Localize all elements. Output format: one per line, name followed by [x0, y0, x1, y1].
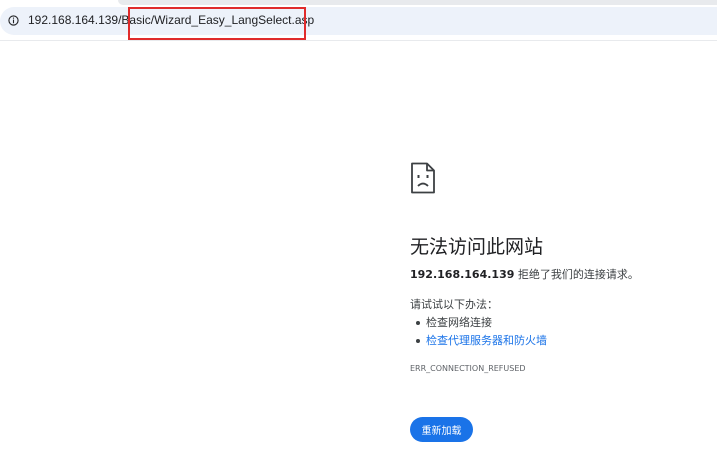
annotation-highlight-box: [128, 7, 306, 40]
error-message: 拒绝了我们的连接请求。: [514, 268, 639, 281]
tab-strip: [0, 0, 717, 6]
toolbar-divider: [0, 40, 717, 41]
suggestion-list: 检查网络连接 检查代理服务器和防火墙: [410, 314, 547, 350]
tab-edge: [118, 0, 717, 5]
sad-document-icon: [411, 162, 435, 194]
error-title: 无法访问此网站: [410, 236, 544, 258]
try-label: 请试试以下办法：: [410, 298, 498, 311]
address-bar[interactable]: 192.168.164.139/Basic/Wizard_Easy_LangSe…: [0, 7, 717, 35]
suggestion-check-proxy-firewall-link[interactable]: 检查代理服务器和防火墙: [410, 332, 547, 350]
reload-button[interactable]: 重新加载: [410, 417, 473, 442]
error-code: ERR_CONNECTION_REFUSED: [410, 364, 526, 373]
error-description: 192.168.164.139 拒绝了我们的连接请求。: [410, 266, 639, 282]
suggestion-check-network: 检查网络连接: [410, 314, 547, 332]
info-circle-icon[interactable]: [8, 15, 19, 26]
error-host: 192.168.164.139: [410, 268, 515, 281]
